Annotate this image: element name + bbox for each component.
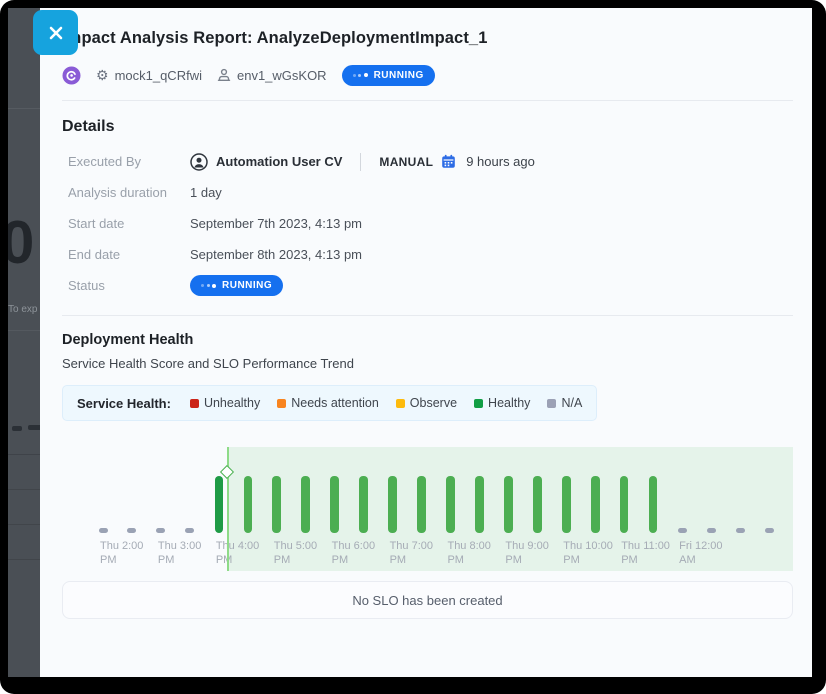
calendar-icon [441, 154, 456, 169]
x-axis-tick-label: Thu 7:00PM [390, 540, 433, 567]
legend-item-unhealthy: Unhealthy [190, 396, 260, 410]
detail-label: Executed By [68, 154, 190, 169]
health-bar[interactable] [359, 476, 368, 533]
health-bar[interactable] [620, 476, 629, 533]
x-axis-tick-label: Thu 2:00PM [100, 540, 143, 567]
background-icon [28, 425, 40, 430]
report-meta-row: ⚙ mock1_qCRfwi env1_wGsKOR RUNNING [62, 64, 793, 86]
detail-label: Status [68, 278, 190, 293]
health-bar-na[interactable] [156, 528, 165, 533]
health-bar[interactable] [244, 476, 253, 533]
details-section: Executed By Automation User CV MANUAL [62, 146, 793, 301]
close-icon [48, 25, 64, 41]
environment-icon [217, 68, 231, 82]
status-badge: RUNNING [342, 65, 435, 86]
legend-item-healthy: Healthy [474, 396, 530, 410]
detail-value: 1 day [190, 185, 222, 200]
slo-empty-message: No SLO has been created [352, 593, 502, 608]
health-bar[interactable] [330, 476, 339, 533]
health-bar-na[interactable] [99, 528, 108, 533]
x-axis-tick-label: Fri 12:00AM [679, 540, 722, 567]
detail-row-executed-by: Executed By Automation User CV MANUAL [62, 146, 793, 177]
divider [360, 153, 361, 171]
health-bar-na[interactable] [678, 528, 687, 533]
health-bar[interactable] [649, 476, 658, 533]
environment-name: env1_wGsKOR [237, 68, 327, 83]
section-divider [62, 315, 793, 316]
health-bar[interactable] [591, 476, 600, 533]
detail-row-status: Status RUNNING [62, 270, 793, 301]
executed-by-user: Automation User CV [216, 154, 342, 169]
detail-value: September 8th 2023, 4:13 pm [190, 247, 362, 262]
background-icon [12, 426, 22, 431]
health-bar[interactable] [215, 476, 224, 533]
detail-label: Analysis duration [68, 185, 190, 200]
slo-empty-state: No SLO has been created [62, 581, 793, 619]
page-overlay-backdrop: 0 To exp [8, 8, 40, 677]
report-title: Impact Analysis Report: AnalyzeDeploymen… [62, 8, 793, 48]
detail-value: September 7th 2023, 4:13 pm [190, 216, 362, 231]
health-bar[interactable] [272, 476, 281, 533]
health-bar-na[interactable] [127, 528, 136, 533]
health-bar[interactable] [504, 476, 513, 533]
service-name: mock1_qCRfwi [115, 68, 202, 83]
detail-label: End date [68, 247, 190, 262]
legend-swatch [474, 399, 483, 408]
x-axis-tick-label: Thu 4:00PM [216, 540, 259, 567]
running-spinner-icon [201, 284, 216, 288]
gear-icon: ⚙ [96, 68, 109, 82]
legend-title: Service Health: [77, 396, 171, 411]
viewport: 0 To exp Impact Analysis Report: Analyze… [8, 8, 812, 677]
health-score-chart: Thu 2:00PM Thu 3:00PM Thu 4:00PM Thu 5:00PM… [62, 433, 793, 571]
health-bar[interactable] [562, 476, 571, 533]
x-axis-tick-label: Thu 11:00PM [621, 540, 670, 567]
user-icon [190, 153, 208, 171]
monitored-service-avatar-icon [62, 66, 81, 85]
running-spinner-icon [353, 73, 368, 77]
service-chip: ⚙ mock1_qCRfwi [96, 68, 202, 83]
legend-swatch [277, 399, 286, 408]
health-bar[interactable] [388, 476, 397, 533]
health-bar[interactable] [533, 476, 542, 533]
health-bar-na[interactable] [736, 528, 745, 533]
service-health-legend: Service Health: Unhealthy Needs attention… [62, 385, 597, 421]
deployment-health-subtitle: Service Health Score and SLO Performance… [62, 356, 793, 371]
health-bar-na[interactable] [765, 528, 774, 533]
health-bar[interactable] [475, 476, 484, 533]
x-axis-tick-label: Thu 9:00PM [505, 540, 548, 567]
legend-item-n-a: N/A [547, 396, 582, 410]
x-axis-tick-label: Thu 10:00PM [563, 540, 613, 567]
background-partial-text: To exp [8, 304, 37, 315]
detail-label: Start date [68, 216, 190, 231]
background-count-text: 0 [8, 208, 34, 277]
trigger-type: MANUAL [379, 155, 433, 169]
executed-by-value: Automation User CV MANUAL [190, 153, 535, 171]
header-divider [62, 100, 793, 101]
executed-time-ago: 9 hours ago [466, 154, 535, 169]
legend-swatch [396, 399, 405, 408]
x-axis-tick-label: Thu 5:00PM [274, 540, 317, 567]
x-axis-tick-label: Thu 6:00PM [332, 540, 375, 567]
x-axis-tick-label: Thu 3:00PM [158, 540, 201, 567]
legend-swatch [547, 399, 556, 408]
x-axis-tick-label: Thu 8:00PM [447, 540, 490, 567]
impact-analysis-report-drawer: Impact Analysis Report: AnalyzeDeploymen… [40, 8, 812, 677]
environment-chip: env1_wGsKOR [217, 68, 327, 83]
detail-row-start-date: Start date September 7th 2023, 4:13 pm [62, 208, 793, 239]
health-bar[interactable] [417, 476, 426, 533]
legend-item-needs-attention: Needs attention [277, 396, 379, 410]
status-badge: RUNNING [190, 275, 283, 296]
detail-row-end-date: End date September 8th 2023, 4:13 pm [62, 239, 793, 270]
close-drawer-button[interactable] [33, 10, 78, 55]
app-window: 0 To exp Impact Analysis Report: Analyze… [0, 0, 826, 694]
detail-row-analysis-duration: Analysis duration 1 day [62, 177, 793, 208]
health-bar-na[interactable] [707, 528, 716, 533]
deployment-health-heading: Deployment Health [62, 332, 793, 348]
health-bar-na[interactable] [185, 528, 194, 533]
legend-swatch [190, 399, 199, 408]
health-bar[interactable] [301, 476, 310, 533]
legend-item-observe: Observe [396, 396, 457, 410]
health-bar[interactable] [446, 476, 455, 533]
details-heading: Details [62, 118, 793, 136]
